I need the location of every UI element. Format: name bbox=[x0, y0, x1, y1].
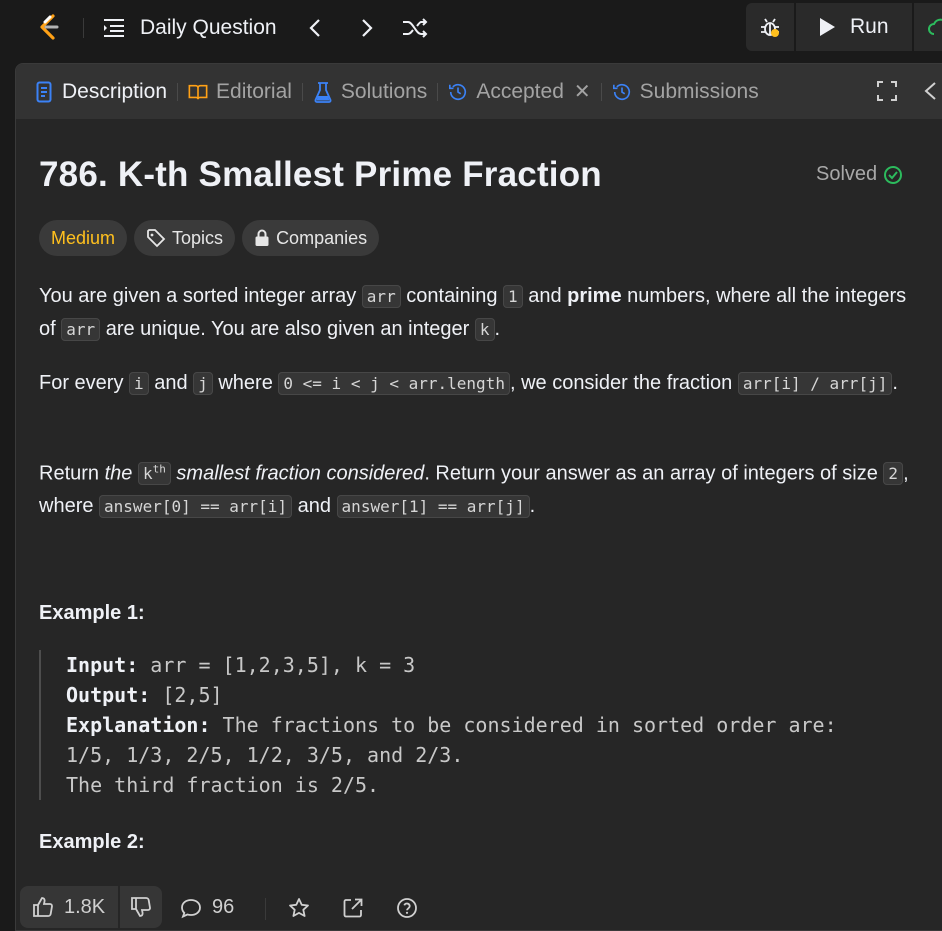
inline-code: answer[0] == arr[i] bbox=[99, 495, 293, 519]
tab-divider bbox=[177, 82, 179, 101]
random-problem-button[interactable] bbox=[400, 13, 430, 43]
tab-label: Accepted bbox=[476, 79, 564, 103]
inline-code: k bbox=[474, 318, 495, 341]
leetcode-logo[interactable] bbox=[33, 12, 63, 42]
panel-tabs: Description Editorial Solutions Accepted… bbox=[16, 64, 942, 119]
chevron-left-icon bbox=[309, 19, 320, 37]
top-navbar: Daily Question Run bbox=[0, 0, 942, 56]
shuffle-icon bbox=[403, 18, 428, 38]
description-panel: Description Editorial Solutions Accepted… bbox=[15, 63, 942, 931]
tab-label: Solutions bbox=[340, 79, 428, 103]
chevron-left-icon[interactable] bbox=[921, 80, 939, 102]
example-output: [2,5] bbox=[162, 683, 223, 707]
run-button[interactable]: Run bbox=[796, 3, 912, 51]
chevron-right-icon bbox=[362, 19, 373, 37]
history-icon bbox=[449, 83, 467, 100]
footer-divider bbox=[265, 898, 266, 920]
help-icon[interactable] bbox=[396, 897, 418, 919]
tab-divider bbox=[600, 82, 602, 101]
difficulty-badge: Medium bbox=[39, 220, 128, 256]
description-content: 786. K-th Smallest Prime Fraction Solved… bbox=[16, 119, 941, 876]
example-explanation: 1/5, 1/3, 2/5, 1/2, 3/5, and 2/3. bbox=[66, 743, 464, 767]
description-paragraph-3: Return the kth smallest fraction conside… bbox=[39, 462, 909, 519]
thumbs-down-icon bbox=[131, 897, 151, 917]
tag-icon bbox=[147, 229, 166, 248]
flask-icon bbox=[314, 81, 332, 103]
debug-button[interactable] bbox=[746, 3, 794, 51]
tab-divider bbox=[437, 82, 439, 101]
thumbs-up-icon bbox=[33, 897, 53, 917]
tab-accepted[interactable]: Accepted ✕ bbox=[448, 64, 591, 119]
problem-footer: 1.8K 96 bbox=[16, 876, 941, 930]
star-icon[interactable] bbox=[288, 897, 310, 919]
inline-code: arr bbox=[61, 318, 101, 341]
tab-editorial[interactable]: Editorial bbox=[188, 64, 292, 119]
topics-button[interactable]: Topics bbox=[134, 220, 236, 256]
bug-icon bbox=[761, 18, 779, 37]
example-2-title: Example 2: bbox=[39, 831, 145, 853]
history-icon bbox=[612, 83, 630, 100]
tab-description[interactable]: Description bbox=[34, 64, 167, 119]
document-icon bbox=[36, 81, 52, 102]
comment-count: 96 bbox=[212, 896, 235, 918]
submit-button[interactable] bbox=[914, 3, 942, 51]
nav-divider bbox=[83, 18, 84, 38]
vote-group: 1.8K bbox=[20, 886, 162, 928]
description-paragraph-2: For every i and j where 0 <= i < j < arr… bbox=[39, 372, 898, 395]
close-icon[interactable]: ✕ bbox=[574, 79, 591, 104]
problem-list-button[interactable]: Daily Question bbox=[102, 13, 277, 43]
run-controls: Run bbox=[746, 3, 942, 51]
tab-label: Submissions bbox=[639, 79, 759, 103]
companies-button[interactable]: Companies bbox=[242, 220, 380, 256]
inline-code: 0 <= i < j < arr.length bbox=[278, 372, 510, 395]
fullscreen-icon[interactable] bbox=[876, 80, 898, 102]
daily-question-title: Daily Question bbox=[140, 16, 277, 39]
description-paragraph-1: You are given a sorted integer array arr… bbox=[39, 285, 907, 341]
inline-code: 1 bbox=[503, 285, 523, 308]
prev-problem-button[interactable] bbox=[300, 13, 330, 43]
check-circle-icon bbox=[884, 165, 903, 184]
solved-status: Solved bbox=[816, 163, 903, 186]
comment-icon bbox=[181, 898, 201, 918]
example-explanation: The fractions to be considered in sorted… bbox=[222, 713, 837, 737]
explanation-label: Explanation: bbox=[66, 713, 211, 737]
dislike-button[interactable] bbox=[120, 886, 162, 928]
inline-code: arr bbox=[361, 285, 401, 308]
example-1-title: Example 1: bbox=[39, 602, 145, 624]
lock-icon bbox=[255, 229, 269, 246]
output-label: Output: bbox=[66, 683, 151, 707]
problem-title: 786. K-th Smallest Prime Fraction bbox=[39, 155, 602, 194]
comments-button[interactable]: 96 bbox=[180, 896, 234, 919]
problem-tags: Medium Topics Companies bbox=[39, 220, 380, 256]
play-icon bbox=[820, 18, 835, 36]
topics-label: Topics bbox=[172, 227, 224, 248]
next-problem-button[interactable] bbox=[352, 13, 382, 43]
book-icon bbox=[188, 84, 208, 99]
inline-code: answer[1] == arr[j] bbox=[336, 495, 530, 519]
inline-code: kth bbox=[137, 462, 171, 486]
like-count: 1.8K bbox=[64, 895, 106, 918]
input-label: Input: bbox=[66, 653, 139, 677]
inline-code: arr[i] / arr[j] bbox=[737, 372, 893, 395]
solved-label: Solved bbox=[816, 163, 878, 185]
tab-solutions[interactable]: Solutions bbox=[313, 64, 427, 119]
tab-label: Description bbox=[62, 79, 168, 103]
companies-label: Companies bbox=[276, 227, 368, 248]
inline-code: i bbox=[129, 372, 149, 395]
share-icon[interactable] bbox=[342, 897, 364, 919]
inline-code: j bbox=[193, 372, 213, 395]
example-1-block: Input: arr = [1,2,3,5], k = 3 Output: [2… bbox=[39, 650, 919, 800]
inline-code: 2 bbox=[883, 462, 904, 486]
list-icon bbox=[104, 19, 124, 37]
example-explanation: The third fraction is 2/5. bbox=[66, 773, 380, 797]
cloud-upload-icon bbox=[928, 18, 942, 35]
tab-submissions[interactable]: Submissions bbox=[612, 64, 759, 119]
like-button[interactable]: 1.8K bbox=[20, 886, 118, 928]
example-input: arr = [1,2,3,5], k = 3 bbox=[150, 653, 416, 677]
tab-divider bbox=[301, 82, 303, 101]
tab-label: Editorial bbox=[216, 79, 292, 103]
run-label: Run bbox=[850, 15, 889, 38]
